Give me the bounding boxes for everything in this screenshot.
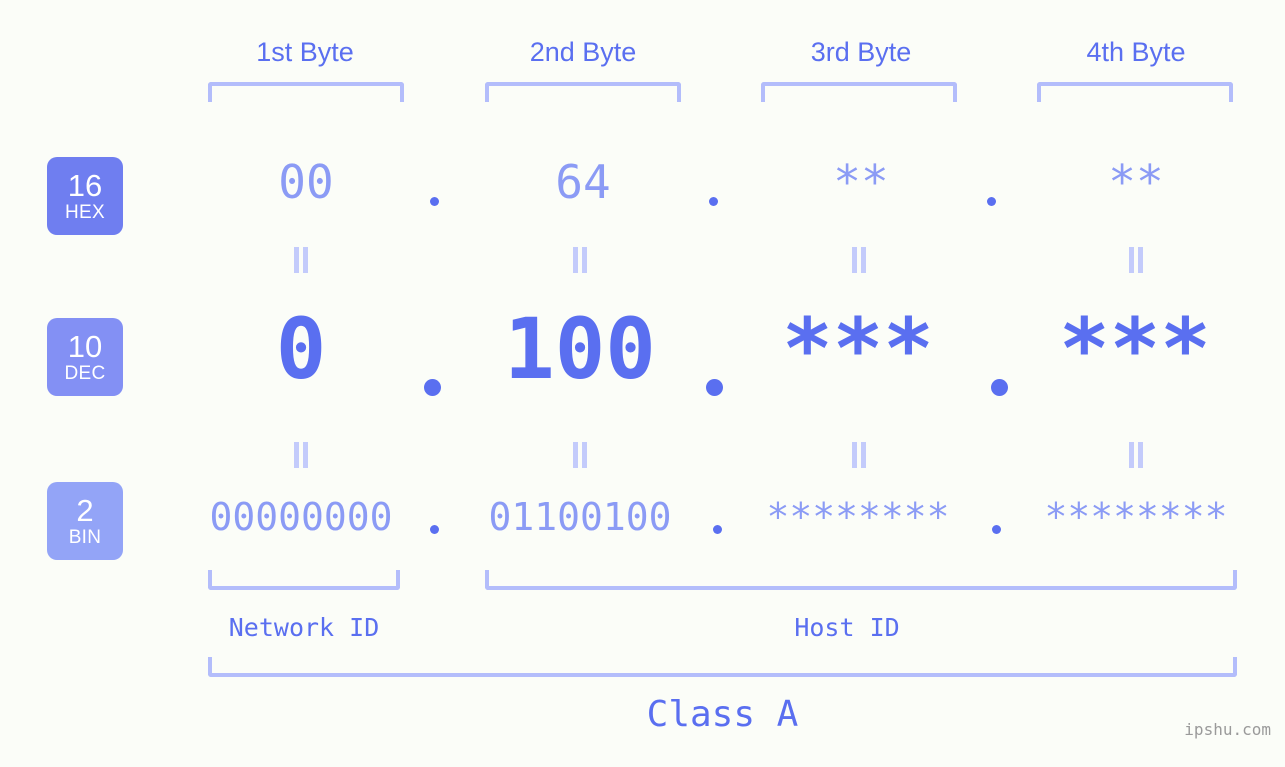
byte-header-4: 4th Byte <box>1086 37 1186 67</box>
hex-byte-1-value: 00 <box>278 155 334 209</box>
radix-badge-hex: 16 HEX <box>47 157 123 235</box>
equality-connector-hex-dec-2 <box>572 247 588 273</box>
equality-connector-dec-bin-1 <box>293 442 309 468</box>
equality-connector-hex-dec-3 <box>851 247 867 273</box>
bin-byte-1-value: 00000000 <box>209 495 393 539</box>
bin-byte-2-value: 01100100 <box>488 495 672 539</box>
hex-byte-3-value: ** <box>833 155 889 209</box>
radix-badge-dec-name: DEC <box>64 363 106 384</box>
equality-connector-dec-bin-2 <box>572 442 588 468</box>
equality-connector-hex-dec-1 <box>293 247 309 273</box>
host-id-bracket <box>485 570 1237 590</box>
bin-separator-dot-1 <box>430 525 439 534</box>
hex-separator-dot-3 <box>987 197 996 206</box>
dec-byte-1-value: 0 <box>275 300 327 398</box>
bin-separator-dot-2 <box>713 525 722 534</box>
hex-separator-dot-2 <box>709 197 718 206</box>
dec-separator-dot-1 <box>424 379 441 396</box>
site-watermark: ipshu.com <box>1184 720 1271 739</box>
dec-byte-4-value: *** <box>1059 300 1211 398</box>
hex-separator-dot-1 <box>430 197 439 206</box>
hex-byte-4-value: ** <box>1108 155 1164 209</box>
byte-bracket-top-4 <box>1037 82 1233 102</box>
bin-byte-3-value: ******** <box>766 495 950 539</box>
class-label: Class A <box>646 694 799 735</box>
radix-badge-bin: 2 BIN <box>47 482 123 560</box>
byte-bracket-top-2 <box>485 82 681 102</box>
host-id-label: Host ID <box>794 613 900 642</box>
dec-byte-2-value: 100 <box>504 300 656 398</box>
byte-header-2: 2nd Byte <box>529 37 637 67</box>
hex-byte-2-value: 64 <box>555 155 611 209</box>
byte-header-3: 3rd Byte <box>810 37 912 67</box>
dec-separator-dot-3 <box>991 379 1008 396</box>
radix-badge-hex-name: HEX <box>65 202 105 223</box>
byte-bracket-top-3 <box>761 82 957 102</box>
network-id-bracket <box>208 570 400 590</box>
radix-badge-hex-number: 16 <box>67 168 103 203</box>
bin-separator-dot-3 <box>992 525 1001 534</box>
network-id-label: Network ID <box>228 613 380 642</box>
radix-badge-dec-number: 10 <box>67 329 103 364</box>
ip-byte-breakdown-diagram: 1st Byte 2nd Byte 3rd Byte 4th Byte 16 H… <box>0 0 1285 767</box>
radix-badge-bin-number: 2 <box>76 493 94 528</box>
radix-badge-bin-name: BIN <box>68 527 102 548</box>
byte-bracket-top-1 <box>208 82 404 102</box>
bin-byte-4-value: ******** <box>1044 495 1228 539</box>
radix-badge-dec: 10 DEC <box>47 318 123 396</box>
equality-connector-dec-bin-3 <box>851 442 867 468</box>
class-bracket <box>208 657 1237 677</box>
dec-byte-3-value: *** <box>782 300 934 398</box>
byte-header-1: 1st Byte <box>256 37 354 67</box>
dec-separator-dot-2 <box>706 379 723 396</box>
equality-connector-hex-dec-4 <box>1128 247 1144 273</box>
equality-connector-dec-bin-4 <box>1128 442 1144 468</box>
